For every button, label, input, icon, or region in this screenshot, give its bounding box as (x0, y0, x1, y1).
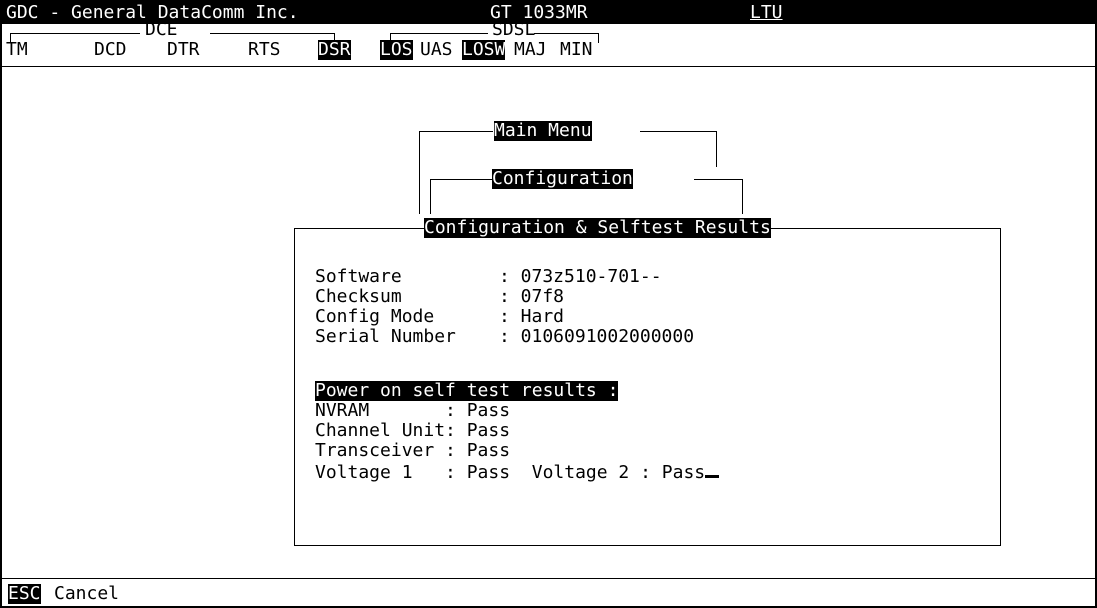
sdsl-bracket-tick-right (598, 33, 599, 43)
config-frame-top-left (430, 179, 492, 180)
main-menu-frame-left (419, 131, 420, 214)
selftest-nvram: NVRAM : Pass (315, 400, 511, 421)
software-label: Software (315, 266, 467, 287)
config-frame-left (430, 179, 431, 214)
sdsl-bracket-left (390, 33, 488, 34)
config-frame-top-right (694, 179, 742, 180)
status-dcd: DCD (94, 39, 127, 60)
sdsl-bracket-right (534, 33, 598, 34)
checksum-value: : 07f8 (499, 286, 565, 307)
selftest-channel-unit: Channel Unit: Pass (315, 420, 511, 441)
status-los: LOS (380, 39, 413, 60)
serial-number-label: Serial Number (315, 326, 467, 347)
cancel-label[interactable]: Cancel (54, 584, 119, 604)
config-mode-label: Config Mode (315, 306, 467, 327)
main-menu-title[interactable]: Main Menu (494, 121, 592, 141)
status-uas: UAS (420, 39, 453, 60)
dce-group-label: DCE (145, 19, 178, 40)
selftest-heading: Power on self test results : (315, 380, 619, 401)
status-min: MIN (560, 39, 593, 60)
status-dtr: DTR (167, 39, 200, 60)
status-maj: MAJ (514, 39, 547, 60)
dce-bracket-left (10, 33, 140, 34)
status-separator (2, 66, 1095, 67)
unit-name: LTU (750, 2, 783, 23)
checksum-label: Checksum (315, 286, 467, 307)
status-tm: TM (6, 39, 28, 60)
main-menu-frame-top-right (640, 131, 716, 132)
main-menu-frame-right (716, 131, 717, 167)
terminal-screen: GDC - General DataComm Inc. GT 1033MR LT… (0, 0, 1097, 608)
configuration-title[interactable]: Configuration (492, 169, 633, 189)
status-rts: RTS (248, 39, 281, 60)
main-menu-frame-top-left (419, 131, 493, 132)
text-cursor (705, 461, 720, 478)
selftest-voltage-line: Voltage 1 : Pass Voltage 2 : Pass (315, 461, 720, 483)
serial-number-value: : 0106091002000000 (499, 326, 695, 347)
selftest-voltage: Voltage 1 : Pass Voltage 2 : Pass (315, 462, 706, 483)
dce-bracket-right (210, 33, 334, 34)
sdsl-group-label: SDSL (492, 19, 536, 40)
selftest-transceiver: Transceiver : Pass (315, 440, 511, 461)
esc-key[interactable]: ESC (8, 584, 41, 604)
footer-separator (2, 578, 1095, 579)
status-losw: LOSW (462, 39, 506, 60)
results-panel-title: Configuration & Selftest Results (424, 217, 771, 238)
software-value: : 073z510-701-- (499, 266, 662, 287)
config-frame-right (742, 179, 743, 214)
status-dsr: DSR (318, 39, 351, 60)
config-mode-value: : Hard (499, 306, 565, 327)
